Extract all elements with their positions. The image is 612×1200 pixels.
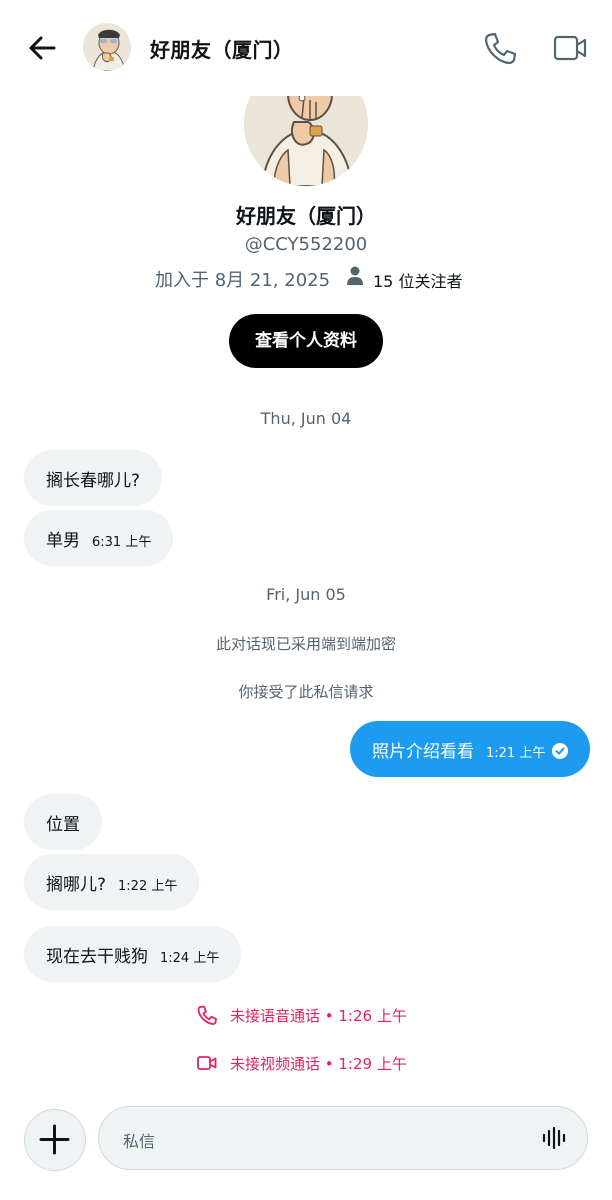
view-profile-button[interactable]: 查看个人资料	[229, 314, 383, 368]
date-separator: Thu, Jun 04	[260, 409, 352, 428]
join-date: 加入于 8月 21, 2025	[155, 270, 331, 291]
message-text: 搁长春哪儿?	[46, 470, 141, 491]
plus-icon	[39, 1124, 70, 1155]
message-input-placeholder: 私信	[123, 1132, 156, 1151]
video-call-button[interactable]	[550, 30, 590, 66]
message-bubble-sent[interactable]: 照片介绍看看 1:21 上午	[350, 721, 591, 777]
request-accepted-notice: 你接受了此私信请求	[238, 683, 374, 701]
message-input[interactable]: 私信	[98, 1106, 588, 1170]
back-arrow-icon	[29, 36, 56, 60]
message-time: 6:31 上午	[92, 534, 152, 550]
missed-voice-call-text: 未接语音通话 • 1:26 上午	[230, 1006, 407, 1025]
date-separator: Fri, Jun 05	[266, 585, 346, 604]
dm-conversation-screen: 好朋友（厦门） 好朋友（厦门） @CCY552200 加入于 8月 21, 20…	[0, 0, 612, 1200]
phone-icon	[484, 32, 517, 65]
missed-voice-call[interactable]: 未接语音通话 • 1:26 上午	[196, 1003, 407, 1027]
back-button[interactable]	[24, 28, 64, 68]
encryption-notice: 此对话现已采用端到端加密	[215, 635, 396, 653]
message-time: 1:21 上午	[486, 745, 546, 761]
message-time: 1:24 上午	[160, 950, 220, 966]
person-icon	[347, 266, 363, 285]
message-text: 单男	[46, 530, 80, 551]
message-bubble-received[interactable]: 现在去干贱狗 1:24 上午	[24, 926, 242, 982]
message-text: 照片介绍看看	[372, 741, 474, 762]
message-text: 搁哪儿?	[46, 874, 107, 895]
profile-handle: @CCY552200	[244, 234, 368, 255]
avatar-illustration	[83, 23, 131, 71]
missed-video-icon	[197, 1056, 217, 1070]
header-avatar[interactable]	[83, 23, 131, 71]
missed-video-call-text: 未接视频通话 • 1:29 上午	[230, 1054, 407, 1073]
message-text: 现在去干贱狗	[46, 946, 148, 967]
message-bubble-received[interactable]: 单男 6:31 上午	[24, 510, 174, 566]
voice-call-button[interactable]	[480, 28, 520, 68]
read-check-icon	[552, 742, 569, 759]
voice-wave-icon[interactable]	[541, 1126, 567, 1150]
missed-video-call[interactable]: 未接视频通话 • 1:29 上午	[196, 1051, 407, 1075]
followers-count[interactable]: 15 位关注者	[373, 268, 462, 292]
profile-name: 好朋友（厦门）	[236, 204, 376, 228]
add-attachment-button[interactable]	[24, 1109, 86, 1171]
video-camera-icon	[553, 35, 587, 61]
missed-phone-icon	[197, 1005, 217, 1025]
composer-divider	[0, 1090, 612, 1091]
message-time: 1:22 上午	[118, 878, 178, 894]
message-bubble-received[interactable]: 搁长春哪儿?	[24, 450, 163, 506]
message-bubble-received[interactable]: 搁哪儿? 1:22 上午	[24, 854, 200, 910]
top-bar: 好朋友（厦门）	[0, 0, 612, 96]
message-bubble-received[interactable]: 位置	[24, 794, 102, 850]
message-text: 位置	[46, 814, 80, 835]
conversation-title[interactable]: 好朋友（厦门）	[150, 34, 294, 63]
